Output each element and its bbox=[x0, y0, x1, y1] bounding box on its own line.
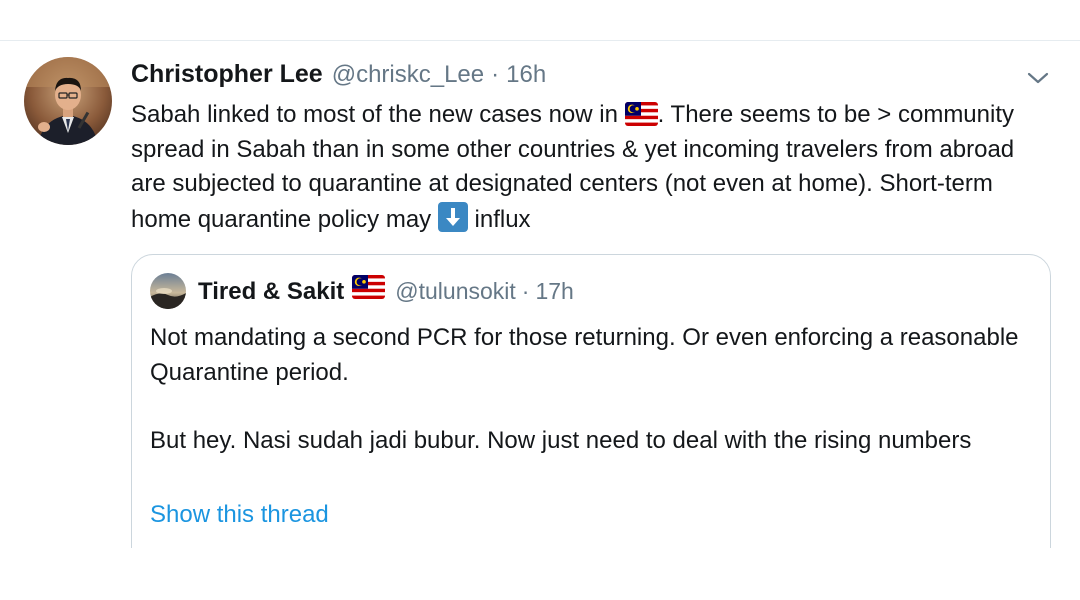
quoted-header: Tired & Sakit @tulunsokit · 17h bbox=[198, 275, 574, 306]
tweet-timestamp[interactable]: 16h bbox=[506, 61, 546, 89]
tweet-header: Christopher Lee @chriskc_Lee · 16h bbox=[131, 60, 546, 94]
quoted-timestamp[interactable]: 17h bbox=[535, 278, 573, 305]
quoted-text: Not mandating a second PCR for those ret… bbox=[150, 321, 1030, 459]
quoted-author-name[interactable]: Tired & Sakit bbox=[198, 278, 344, 306]
separator-dot: · bbox=[491, 61, 500, 88]
quoted-paragraph-2: But hey. Nasi sudah jadi bubur. Now just… bbox=[150, 427, 972, 454]
author-handle[interactable]: @chriskc_Lee bbox=[332, 61, 484, 89]
quoted-paragraph-1: Not mandating a second PCR for those ret… bbox=[150, 324, 1019, 386]
tweet-text-part1: Sabah linked to most of the new cases no… bbox=[131, 101, 618, 128]
tweet-screenshot: Christopher Lee @chriskc_Lee · 16h Sabah… bbox=[0, 0, 1080, 600]
quoted-author-handle[interactable]: @tulunsokit bbox=[395, 278, 516, 305]
avatar[interactable] bbox=[24, 57, 112, 145]
tweet-text: Sabah linked to most of the new cases no… bbox=[131, 98, 1051, 237]
bottom-crop bbox=[0, 548, 1080, 600]
author-name[interactable]: Christopher Lee bbox=[131, 60, 323, 89]
chevron-down-icon[interactable] bbox=[1026, 66, 1050, 90]
separator-dot: · bbox=[521, 278, 530, 304]
tweet-text-part3: influx bbox=[474, 205, 531, 233]
malaysia-flag-icon bbox=[352, 275, 386, 299]
down-arrow-emoji-icon bbox=[437, 201, 468, 232]
malaysia-flag-icon bbox=[624, 102, 658, 126]
show-thread-link[interactable]: Show this thread bbox=[150, 501, 329, 529]
quoted-avatar[interactable] bbox=[150, 273, 186, 309]
quoted-tweet[interactable]: Tired & Sakit @tulunsokit · 17h Not mand… bbox=[131, 254, 1051, 576]
